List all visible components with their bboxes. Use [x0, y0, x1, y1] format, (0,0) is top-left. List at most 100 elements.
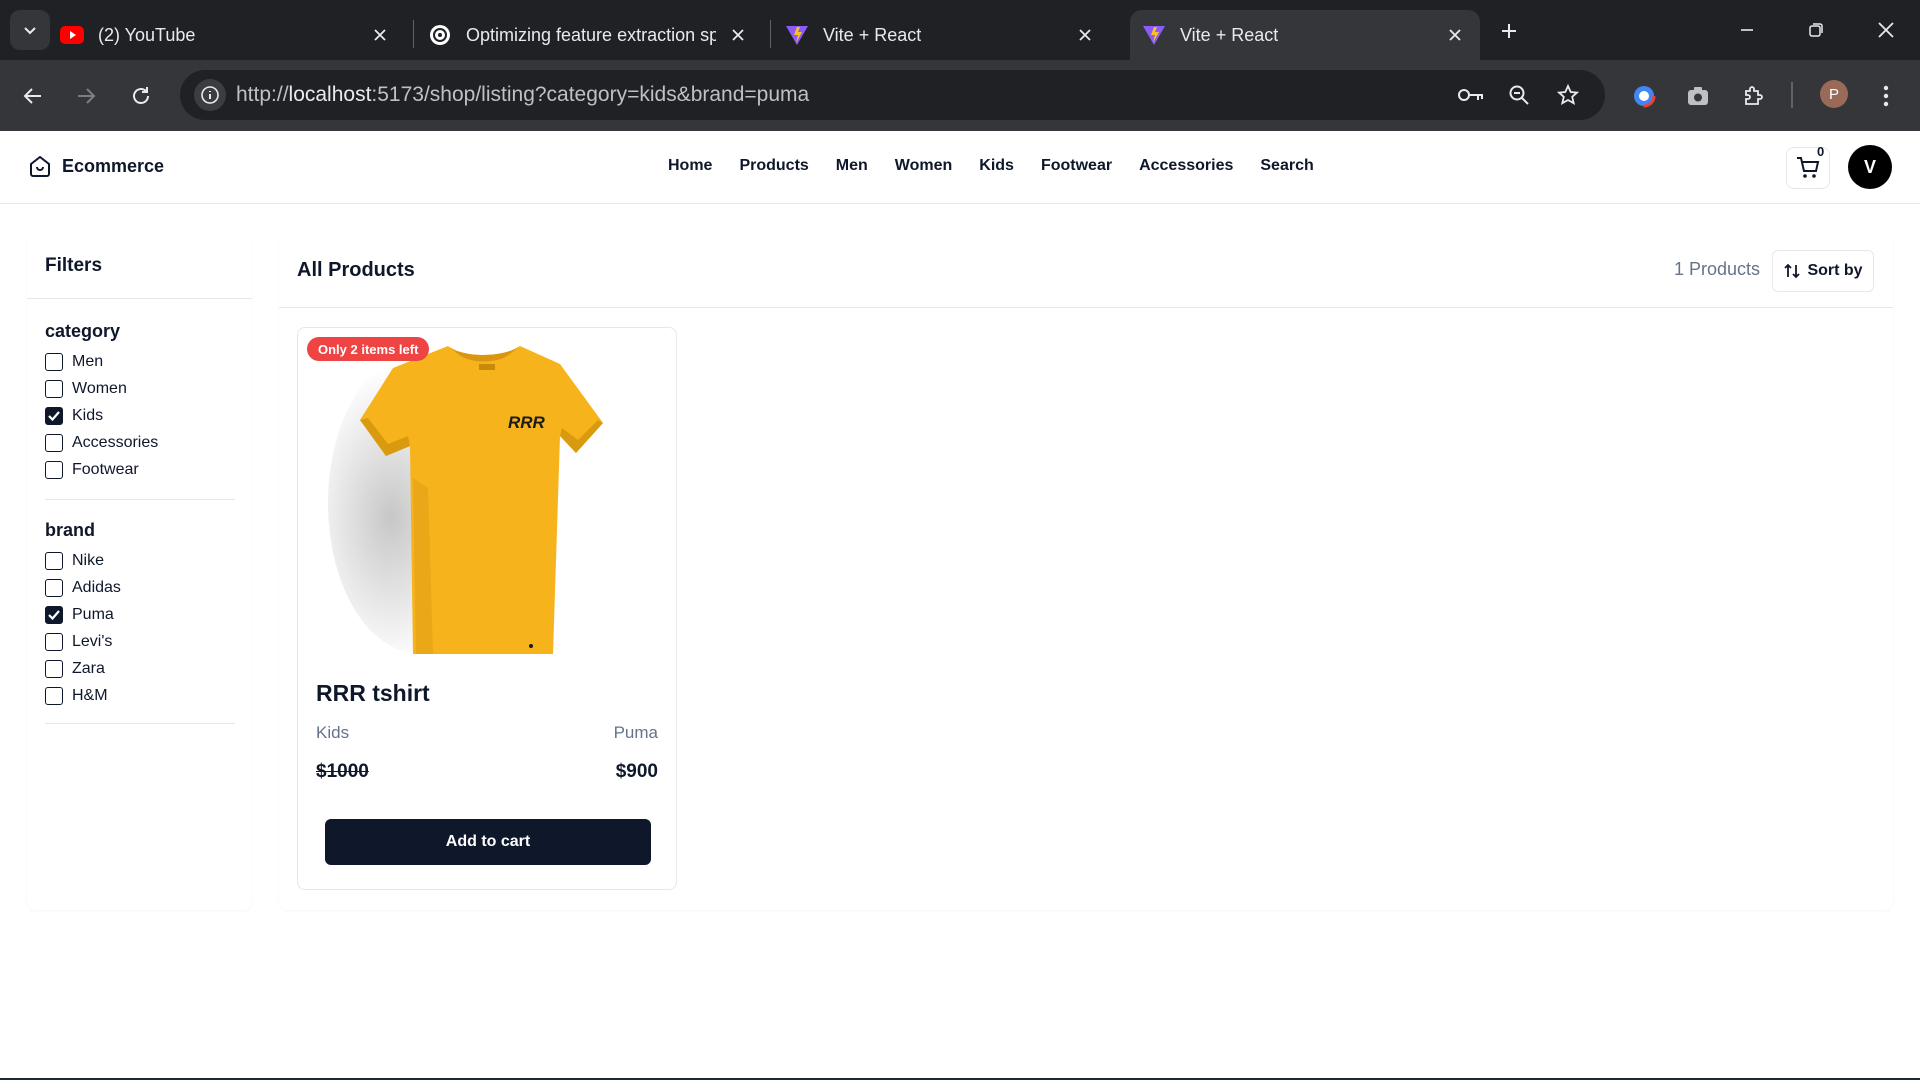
- checkbox[interactable]: [45, 552, 63, 570]
- close-icon[interactable]: [1442, 22, 1468, 48]
- sort-label: Sort by: [1807, 262, 1863, 279]
- tab-youtube[interactable]: (2) YouTube: [60, 10, 405, 60]
- nav-products[interactable]: Products: [739, 157, 808, 175]
- filter-option-footwear[interactable]: Footwear: [45, 461, 139, 479]
- toolbar-divider: [1791, 82, 1793, 108]
- tab-title: Vite + React: [823, 24, 922, 45]
- nav-women[interactable]: Women: [895, 157, 952, 175]
- new-tab-button[interactable]: [1494, 16, 1524, 46]
- filter-option-hm[interactable]: H&M: [45, 687, 108, 705]
- nav-footwear[interactable]: Footwear: [1041, 157, 1112, 175]
- option-label: Nike: [72, 552, 105, 569]
- tab-chatgpt[interactable]: Optimizing feature extraction sp: [428, 10, 763, 60]
- tab-title: Vite + React: [1180, 24, 1279, 45]
- home-store-icon: [30, 155, 50, 177]
- site-info-icon[interactable]: [194, 79, 226, 111]
- checkbox[interactable]: [45, 660, 63, 678]
- url-text[interactable]: http://localhost:5173/shop/listing?categ…: [236, 83, 809, 107]
- tab-vite-react[interactable]: Vite + React: [785, 10, 1110, 60]
- tab-search-button[interactable]: [10, 10, 50, 50]
- address-bar[interactable]: http://localhost:5173/shop/listing?categ…: [180, 70, 1605, 120]
- kebab-menu-icon[interactable]: [1870, 80, 1902, 112]
- filter-option-zara[interactable]: Zara: [45, 660, 105, 678]
- arrow-left-icon: [23, 88, 41, 104]
- nav-home[interactable]: Home: [668, 157, 712, 175]
- filter-option-women[interactable]: Women: [45, 380, 127, 398]
- back-button[interactable]: [17, 80, 49, 112]
- tab-divider: [413, 20, 414, 48]
- product-original-price: $1000: [316, 761, 369, 782]
- checkbox-checked[interactable]: [45, 606, 63, 624]
- minimize-button[interactable]: [1727, 14, 1767, 46]
- checkbox-checked[interactable]: [45, 407, 63, 425]
- option-label: Accessories: [72, 434, 159, 451]
- listing-header: All Products 1 Products Sort by: [279, 233, 1893, 308]
- filter-option-men[interactable]: Men: [45, 353, 103, 371]
- product-listing: All Products 1 Products Sort by RRR Only…: [279, 233, 1893, 910]
- checkbox[interactable]: [45, 687, 63, 705]
- main-nav: Home Products Men Women Kids Footwear Ac…: [668, 157, 1314, 175]
- listing-title: All Products: [297, 259, 415, 281]
- checkbox[interactable]: [45, 434, 63, 452]
- bookmark-star-icon[interactable]: [1554, 81, 1582, 109]
- filter-option-levis[interactable]: Levi's: [45, 633, 112, 651]
- filter-option-kids[interactable]: Kids: [45, 407, 103, 425]
- filter-option-accessories[interactable]: Accessories: [45, 434, 158, 452]
- filter-sidebar: Filters category Men Women Kids Accessor…: [27, 233, 252, 910]
- close-icon[interactable]: [725, 22, 751, 48]
- extensions-puzzle-icon[interactable]: [1737, 80, 1769, 112]
- check-icon: [48, 411, 60, 422]
- tab-title: (2) YouTube: [98, 24, 196, 45]
- tab-vite-react-active[interactable]: Vite + React: [1130, 10, 1480, 60]
- nav-kids[interactable]: Kids: [979, 157, 1014, 175]
- filter-divider: [45, 723, 235, 724]
- forward-button[interactable]: [70, 80, 102, 112]
- password-key-icon[interactable]: [1457, 81, 1485, 109]
- browser-toolbar: http://localhost:5173/shop/listing?categ…: [0, 60, 1920, 131]
- checkbox[interactable]: [45, 380, 63, 398]
- nav-search[interactable]: Search: [1260, 157, 1313, 175]
- browser-tab-bar: (2) YouTube Optimizing feature extractio…: [0, 0, 1920, 60]
- nav-men[interactable]: Men: [836, 157, 868, 175]
- checkbox[interactable]: [45, 353, 63, 371]
- stock-badge: Only 2 items left: [307, 337, 430, 361]
- filter-option-nike[interactable]: Nike: [45, 552, 104, 570]
- reload-button[interactable]: [125, 80, 157, 112]
- filter-option-puma[interactable]: Puma: [45, 606, 114, 624]
- restore-button[interactable]: [1796, 14, 1836, 46]
- url-host: localhost: [288, 83, 372, 106]
- sort-arrows-icon: [1784, 263, 1801, 279]
- product-image[interactable]: RRR Only 2 items left: [298, 328, 676, 665]
- close-icon[interactable]: [1072, 22, 1098, 48]
- checkbox[interactable]: [45, 461, 63, 479]
- profile-avatar[interactable]: P: [1820, 80, 1848, 108]
- option-label: Kids: [72, 407, 104, 424]
- brand-logo[interactable]: Ecommerce: [28, 154, 164, 178]
- product-card[interactable]: RRR Only 2 items left RRR tshirt Kids Pu…: [297, 327, 677, 890]
- shirt-print-text: RRR: [508, 413, 546, 432]
- close-icon[interactable]: [367, 22, 393, 48]
- filter-option-adidas[interactable]: Adidas: [45, 579, 121, 597]
- sort-button[interactable]: Sort by: [1772, 250, 1874, 292]
- arrow-right-icon: [78, 88, 96, 104]
- tab-divider: [770, 20, 771, 48]
- option-label: Footwear: [72, 461, 139, 478]
- close-window-button[interactable]: [1866, 14, 1906, 46]
- option-label: Zara: [72, 660, 105, 677]
- product-brand: Puma: [613, 723, 658, 742]
- user-avatar[interactable]: V: [1848, 145, 1892, 189]
- close-icon: [1878, 22, 1894, 38]
- zoom-icon[interactable]: [1505, 81, 1533, 109]
- nav-accessories[interactable]: Accessories: [1139, 157, 1233, 175]
- checkbox[interactable]: [45, 579, 63, 597]
- tshirt-image: RRR: [328, 346, 603, 654]
- checkbox[interactable]: [45, 633, 63, 651]
- camera-icon[interactable]: [1682, 80, 1714, 112]
- cart-count-badge: 0: [1817, 144, 1825, 159]
- extension-colorful-icon[interactable]: [1628, 80, 1660, 112]
- add-to-cart-button[interactable]: Add to cart: [325, 819, 651, 865]
- brand-name: Ecommerce: [62, 155, 165, 176]
- site-header: Ecommerce Home Products Men Women Kids F…: [0, 131, 1920, 204]
- option-label: Women: [72, 380, 127, 397]
- filter-title: Filters: [45, 255, 103, 276]
